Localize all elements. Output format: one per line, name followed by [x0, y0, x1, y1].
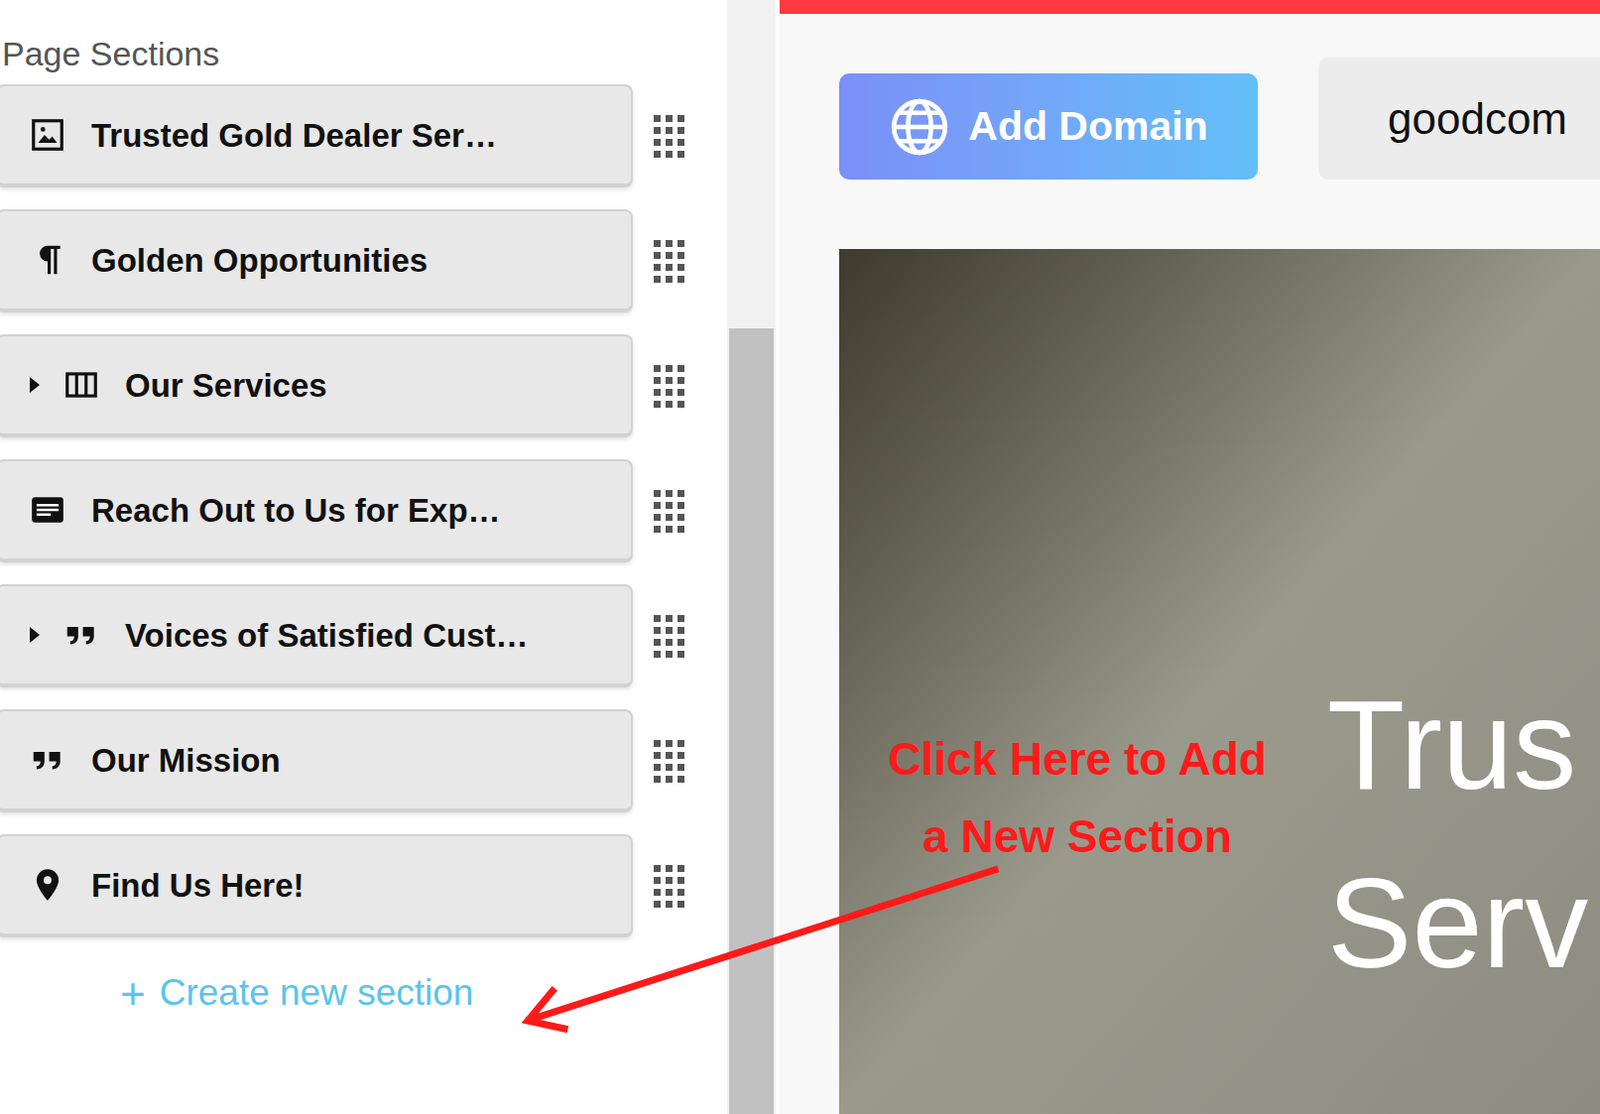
form-icon	[27, 491, 68, 529]
plus-icon: +	[120, 972, 146, 1016]
section-row: Voices of Satisfied Cust…	[0, 584, 728, 688]
section-title: Find Us Here!	[91, 865, 305, 906]
add-domain-label: Add Domain	[968, 96, 1208, 158]
annotation-line: a New Section	[839, 797, 1316, 875]
drag-handle-icon[interactable]	[652, 113, 687, 159]
create-section-button[interactable]: + Create new section	[0, 937, 728, 1015]
expand-caret-icon[interactable]	[27, 372, 42, 397]
scrollbar[interactable]	[727, 0, 776, 1114]
drag-handle-icon[interactable]	[652, 613, 687, 659]
section-item[interactable]: Voices of Satisfied Cust…	[0, 584, 633, 688]
map-icon	[27, 864, 68, 905]
hero-title: Serv	[1327, 834, 1600, 1013]
add-domain-button[interactable]: Add Domain	[839, 73, 1258, 180]
globe-icon	[888, 96, 951, 158]
quote-icon	[61, 615, 102, 654]
quote-icon	[27, 740, 68, 779]
drag-handle-icon[interactable]	[652, 862, 687, 909]
editor-preview: Add Domain goodcom TrusServ	[779, 0, 1600, 1114]
hero-title: Trus	[1327, 655, 1600, 835]
scrollbar-thumb[interactable]	[729, 328, 774, 1114]
paragraph-icon	[27, 241, 68, 279]
columns-icon	[61, 366, 102, 404]
section-item[interactable]: Reach Out to Us for Exp…	[0, 459, 633, 563]
toolbar: Add Domain goodcom	[779, 13, 1600, 249]
section-item[interactable]: Trusted Gold Dealer Ser…	[0, 84, 633, 188]
section-row: Find Us Here!	[0, 834, 728, 938]
section-row: Reach Out to Us for Exp…	[0, 459, 728, 563]
expand-caret-icon[interactable]	[27, 622, 42, 647]
sidebar-title: Page Sections	[0, 0, 728, 85]
drag-handle-icon[interactable]	[652, 738, 687, 784]
section-row: Our Services	[0, 334, 728, 438]
drag-handle-icon[interactable]	[652, 488, 687, 534]
domain-field[interactable]: goodcom	[1318, 57, 1600, 180]
sidebar: Page Sections Trusted Gold Dealer Ser… Gol…	[0, 0, 728, 1114]
top-bar	[779, 0, 1600, 14]
hero-section[interactable]: TrusServ	[839, 248, 1600, 1114]
section-row: Our Mission	[0, 709, 728, 813]
section-title: Reach Out to Us for Exp…	[91, 491, 501, 531]
annotation-line: Click Here to Add	[839, 720, 1316, 798]
domain-text: goodcom	[1387, 86, 1568, 152]
section-title: Our Services	[124, 366, 328, 406]
section-row: Golden Opportunities	[0, 209, 728, 313]
section-item[interactable]: Our Mission	[0, 709, 633, 813]
section-row: Trusted Gold Dealer Ser…	[0, 84, 728, 188]
drag-handle-icon[interactable]	[652, 238, 687, 284]
section-title: Trusted Gold Dealer Ser…	[91, 116, 497, 156]
image-icon	[27, 116, 68, 154]
create-section-label: Create new section	[159, 971, 475, 1015]
section-item[interactable]: Golden Opportunities	[0, 209, 633, 313]
section-item[interactable]: Find Us Here!	[0, 834, 633, 938]
section-title: Voices of Satisfied Cust…	[124, 615, 528, 656]
section-title: Our Mission	[91, 740, 281, 781]
section-list: Trusted Gold Dealer Ser… Golden Opportuni…	[0, 84, 728, 938]
section-item[interactable]: Our Services	[0, 334, 633, 438]
annotation: Click Here to Adda New Section	[839, 720, 1316, 875]
section-title: Golden Opportunities	[91, 241, 428, 281]
arrow-icon	[0, 0, 1600, 1114]
drag-handle-icon[interactable]	[652, 363, 687, 409]
